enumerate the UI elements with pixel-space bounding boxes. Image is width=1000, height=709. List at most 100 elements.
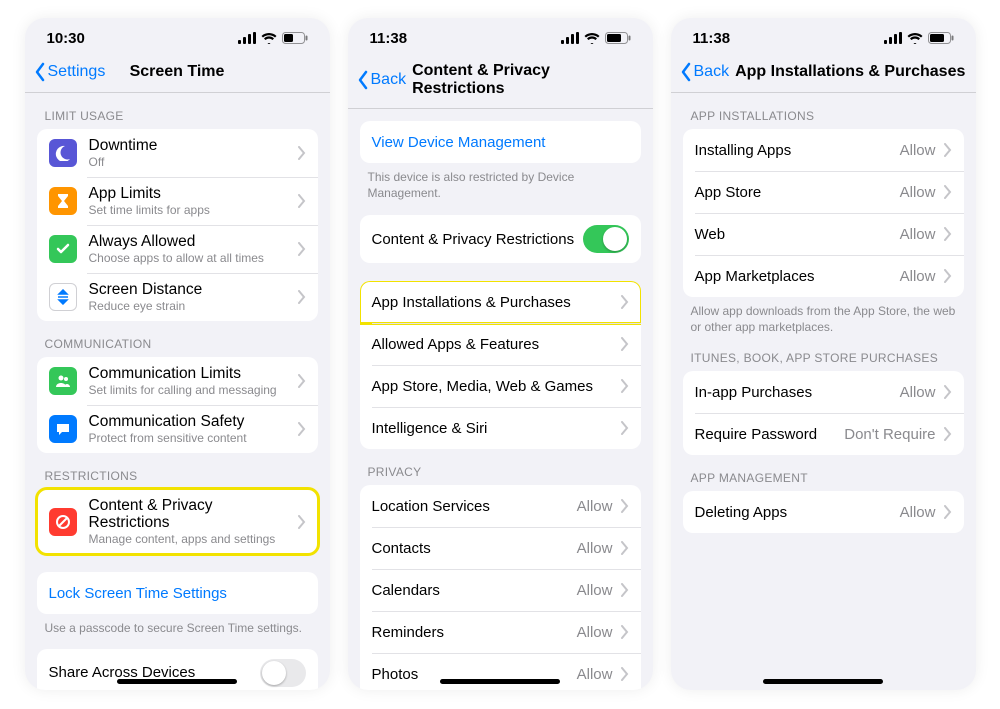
wifi-icon (584, 32, 600, 44)
chevron-right-icon (944, 227, 952, 241)
row-deleting-apps[interactable]: Deleting AppsAllow (683, 491, 964, 533)
row-sub: Set limits for calling and messaging (89, 383, 298, 397)
chevron-right-icon (944, 269, 952, 283)
nosign-icon (49, 508, 77, 536)
row-app-store[interactable]: App Store Allow (683, 171, 964, 213)
row-communication-safety[interactable]: Communication SafetyProtect from sensiti… (37, 405, 318, 453)
row-installing-apps[interactable]: Installing AppsAllow (683, 129, 964, 171)
users-icon (49, 367, 77, 395)
status-bar: 10:30 (25, 18, 330, 58)
chevron-right-icon (298, 515, 306, 529)
row-label: Always Allowed (89, 233, 298, 250)
restrictions-card: Content & Privacy RestrictionsManage con… (37, 489, 318, 554)
row-intelligence-siri[interactable]: Intelligence & Siri (360, 407, 641, 449)
row-label: Communication Limits (89, 365, 298, 382)
row-always-allowed[interactable]: Always AllowedChoose apps to allow at al… (37, 225, 318, 273)
home-indicator[interactable] (763, 679, 883, 684)
toggle-restrictions[interactable] (583, 225, 629, 253)
row-downtime[interactable]: DowntimeOff (37, 129, 318, 177)
back-button[interactable]: Back (679, 62, 730, 82)
chevron-right-icon (621, 337, 629, 351)
row-lock-screen-time[interactable]: Lock Screen Time Settings (37, 572, 318, 614)
back-label: Settings (48, 63, 106, 81)
row-photos[interactable]: Photos Allow (360, 653, 641, 690)
check-icon (49, 235, 77, 263)
back-button[interactable]: Back (356, 70, 407, 90)
row-view-device-mgmt[interactable]: View Device Management (360, 121, 641, 163)
section-header-install: APP INSTALLATIONS (683, 93, 964, 129)
row-content-privacy-restrictions[interactable]: Content & Privacy RestrictionsManage con… (37, 489, 318, 554)
status-time: 11:38 (693, 30, 731, 47)
row-app-store-media[interactable]: App Store, Media, Web & Games (360, 365, 641, 407)
row-app-marketplaces[interactable]: App MarketplacesAllow (683, 255, 964, 297)
communication-card: Communication LimitsSet limits for calli… (37, 357, 318, 453)
row-require-password[interactable]: Require PasswordDon't Require (683, 413, 964, 455)
row-label: Downtime (89, 137, 298, 154)
battery-icon (928, 32, 954, 44)
row-sub: Set time limits for apps (89, 203, 298, 217)
toggle-card: Content & Privacy Restrictions (360, 215, 641, 263)
chevron-right-icon (298, 290, 306, 304)
toggle-share[interactable] (260, 659, 306, 687)
status-icons (238, 32, 308, 44)
chevron-right-icon (621, 625, 629, 639)
row-location[interactable]: Location ServicesAllow (360, 485, 641, 527)
row-reminders[interactable]: Reminders Allow (360, 611, 641, 653)
cellular-icon (238, 32, 256, 44)
battery-icon (605, 32, 631, 44)
row-label: App Store (695, 184, 762, 201)
content: APP INSTALLATIONS Installing AppsAllow A… (671, 93, 976, 690)
row-label: Contacts (372, 540, 431, 557)
moon-icon (49, 139, 77, 167)
chevron-right-icon (298, 146, 306, 160)
row-value: Allow (900, 184, 936, 201)
row-label: Intelligence & Siri (372, 420, 488, 437)
row-label: Installing Apps (695, 142, 792, 159)
install-note: Allow app downloads from the App Store, … (683, 297, 964, 335)
content: LIMIT USAGE DowntimeOff App LimitsSet ti… (25, 93, 330, 690)
row-web[interactable]: WebAllow (683, 213, 964, 255)
row-restrictions-toggle[interactable]: Content & Privacy Restrictions (360, 215, 641, 263)
row-calendars[interactable]: CalendarsAllow (360, 569, 641, 611)
row-label: Content & Privacy Restrictions (89, 497, 298, 531)
back-button[interactable]: Settings (33, 62, 106, 82)
wifi-icon (261, 32, 277, 44)
row-value: Don't Require (844, 426, 935, 443)
row-label: App Store, Media, Web & Games (372, 378, 594, 395)
distance-icon (49, 283, 77, 311)
phone-content-privacy: 11:38 Back Content & Privacy Restriction… (348, 18, 653, 690)
chevron-right-icon (621, 583, 629, 597)
row-label: Reminders (372, 624, 445, 641)
chevron-right-icon (298, 194, 306, 208)
row-contacts[interactable]: ContactsAllow (360, 527, 641, 569)
row-app-installations[interactable]: App Installations & Purchases (360, 281, 641, 323)
row-sub: Off (89, 155, 298, 169)
section-header-restrictions: RESTRICTIONS (37, 453, 318, 489)
section-header-privacy: PRIVACY (360, 449, 641, 485)
chevron-right-icon (621, 421, 629, 435)
row-allowed-apps[interactable]: Allowed Apps & Features (360, 323, 641, 365)
chevron-right-icon (621, 499, 629, 513)
row-value: Allow (577, 624, 613, 641)
limit-usage-card: DowntimeOff App LimitsSet time limits fo… (37, 129, 318, 321)
chevron-right-icon (944, 505, 952, 519)
section-header-purchases: ITUNES, BOOK, APP STORE PURCHASES (683, 335, 964, 371)
row-label: Screen Distance (89, 281, 298, 298)
row-value: Allow (577, 498, 613, 515)
row-label: Content & Privacy Restrictions (372, 231, 575, 248)
row-value: Allow (577, 666, 613, 683)
row-label: Photos (372, 666, 419, 683)
home-indicator[interactable] (440, 679, 560, 684)
page-title: Content & Privacy Restrictions (412, 62, 644, 98)
chevron-right-icon (944, 143, 952, 157)
home-indicator[interactable] (117, 679, 237, 684)
row-screen-distance[interactable]: Screen DistanceReduce eye strain (37, 273, 318, 321)
status-bar: 11:38 (348, 18, 653, 58)
row-in-app-purchases[interactable]: In-app PurchasesAllow (683, 371, 964, 413)
row-communication-limits[interactable]: Communication LimitsSet limits for calli… (37, 357, 318, 405)
chevron-right-icon (621, 541, 629, 555)
row-label: Web (695, 226, 726, 243)
main-card: App Installations & Purchases Allowed Ap… (360, 281, 641, 449)
row-app-limits[interactable]: App LimitsSet time limits for apps (37, 177, 318, 225)
chevron-right-icon (621, 379, 629, 393)
